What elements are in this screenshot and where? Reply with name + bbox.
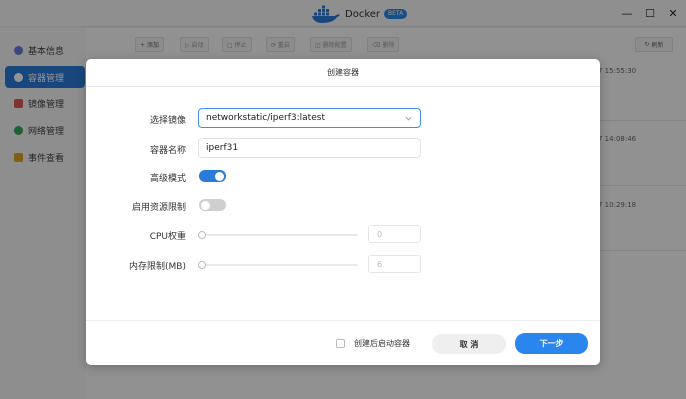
toggle-knob xyxy=(215,171,224,181)
resource-limit-toggle[interactable] xyxy=(199,199,226,211)
image-label: 选择镜像 xyxy=(149,116,186,126)
container-name-input[interactable]: iperf31 xyxy=(198,138,421,158)
start-after-create-label: 创建后启动容器 xyxy=(354,339,410,348)
dialog-title: 创建容器 xyxy=(86,59,600,87)
cpu-weight-slider-thumb[interactable] xyxy=(198,231,206,239)
image-select-value: networkstatic/iperf3:latest xyxy=(206,113,325,123)
toggle-knob xyxy=(200,200,210,210)
image-select[interactable]: networkstatic/iperf3:latest xyxy=(198,108,421,128)
cpu-weight-slider-track xyxy=(202,234,358,236)
memory-limit-label: 内存限制(MB) xyxy=(129,262,186,272)
memory-limit-input[interactable]: 6 xyxy=(368,255,421,273)
create-container-dialog: 创建容器 选择镜像 networkstatic/iperf3:latest 容器… xyxy=(86,59,600,365)
cpu-weight-label: CPU权重 xyxy=(149,232,186,242)
memory-limit-value: 6 xyxy=(377,259,383,269)
chevron-down-icon xyxy=(405,116,412,121)
memory-limit-slider-thumb[interactable] xyxy=(198,261,206,269)
cancel-button[interactable]: 取 消 xyxy=(432,334,506,354)
footer-divider xyxy=(86,320,600,321)
container-name-value: iperf31 xyxy=(206,143,239,153)
advanced-mode-label: 高级模式 xyxy=(149,174,186,184)
start-after-create-checkbox[interactable] xyxy=(336,339,345,348)
name-label: 容器名称 xyxy=(149,146,186,156)
cpu-weight-input[interactable]: 0 xyxy=(368,225,421,243)
memory-limit-slider-track xyxy=(202,264,358,266)
next-button[interactable]: 下一步 xyxy=(515,333,588,354)
advanced-mode-toggle[interactable] xyxy=(199,170,226,182)
cpu-weight-value: 0 xyxy=(377,229,383,239)
resource-limit-label: 启用资源限制 xyxy=(131,203,186,213)
